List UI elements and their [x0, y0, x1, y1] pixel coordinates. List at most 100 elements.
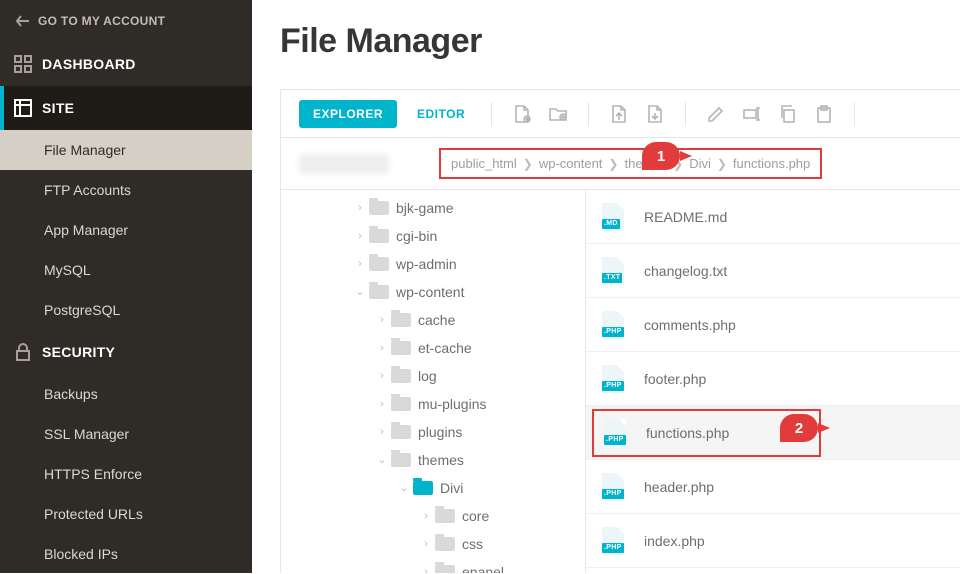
sidebar-item-protected-urls[interactable]: Protected URLs: [0, 494, 252, 534]
edit-button[interactable]: [698, 96, 734, 132]
folder-icon: [435, 509, 455, 523]
file-area: › bjk-game ›cgi-bin›wp-admin ⌄ wp-content › ca…: [281, 190, 960, 573]
chevron-down-icon[interactable]: ⌄: [355, 282, 365, 302]
tree-item[interactable]: › css: [281, 530, 585, 558]
tree-item-label: cache: [418, 310, 455, 330]
go-to-account-link[interactable]: GO TO MY ACCOUNT: [0, 0, 252, 42]
tree-item-label: mu-plugins: [418, 394, 486, 414]
sidebar-item-postgresql[interactable]: PostgreSQL: [0, 290, 252, 330]
sidebar-section-security[interactable]: SECURITY: [0, 330, 252, 374]
sidebar-item-ssl-manager[interactable]: SSL Manager: [0, 414, 252, 454]
folder-icon: [391, 313, 411, 327]
separator: [685, 102, 686, 126]
chevron-right-icon[interactable]: ›: [355, 254, 365, 274]
file-row[interactable]: .TXTchangelog.txt: [586, 244, 960, 298]
folder-icon: [391, 369, 411, 383]
file-list: .MD README.md .TXTchangelog.txt .PHP comment…: [586, 190, 960, 573]
sidebar-item-backups[interactable]: Backups: [0, 374, 252, 414]
tree-item[interactable]: ›plugins: [281, 418, 585, 446]
chevron-right-icon[interactable]: ›: [377, 422, 387, 442]
tree-item[interactable]: › epanel: [281, 558, 585, 573]
annotation-pin-2: 2: [780, 414, 818, 442]
chevron-right-icon[interactable]: ›: [421, 506, 431, 526]
file-row[interactable]: .PHPfooter.php: [586, 352, 960, 406]
sidebar-item-app-manager[interactable]: App Manager: [0, 210, 252, 250]
file-row[interactable]: .PHPindex.php: [586, 514, 960, 568]
new-file-button[interactable]: [504, 96, 540, 132]
file-row[interactable]: .PHPheader.php: [586, 460, 960, 514]
tree-item-label: log: [418, 366, 437, 386]
tree-item[interactable]: ⌄ wp-content: [281, 278, 585, 306]
crumb[interactable]: functions.php: [733, 156, 810, 171]
arrow-left-icon: [16, 15, 30, 27]
chevron-right-icon[interactable]: ›: [377, 366, 387, 386]
sidebar-section-site[interactable]: SITE: [0, 86, 252, 130]
chevron-right-icon[interactable]: ›: [421, 534, 431, 554]
tab-explorer[interactable]: EXPLORER: [299, 100, 397, 128]
chevron-down-icon[interactable]: ⌄: [399, 478, 409, 498]
breadcrumb-row: public_html❯ wp-content❯ themes❯ Divi❯ f…: [281, 138, 960, 190]
sidebar-item-ftp-accounts[interactable]: FTP Accounts: [0, 170, 252, 210]
file-icon: .PHP: [602, 311, 626, 339]
page-title: File Manager: [252, 0, 960, 89]
section-title: SECURITY: [42, 344, 115, 360]
grid-icon: [14, 55, 32, 73]
chevron-right-icon[interactable]: ›: [377, 310, 387, 330]
separator: [491, 102, 492, 126]
file-row[interactable]: .MD README.md: [586, 190, 960, 244]
tree-item[interactable]: › bjk-game: [281, 194, 585, 222]
file-name: README.md: [644, 209, 727, 225]
tree-item[interactable]: › cache: [281, 306, 585, 334]
paste-button[interactable]: [806, 96, 842, 132]
sidebar-section-dashboard[interactable]: DASHBOARD: [0, 42, 252, 86]
tree-item[interactable]: ›core: [281, 502, 585, 530]
file-name: comments.php: [644, 317, 736, 333]
tree-item[interactable]: ›cgi-bin: [281, 222, 585, 250]
crumb[interactable]: public_html: [451, 156, 517, 171]
folder-icon: [435, 565, 455, 573]
tree-item-label: et-cache: [418, 338, 472, 358]
file-row[interactable]: .PHP comments.php: [586, 298, 960, 352]
tree-item[interactable]: ⌄Divi: [281, 474, 585, 502]
tree-item[interactable]: ›wp-admin: [281, 250, 585, 278]
tree-item[interactable]: › et-cache: [281, 334, 585, 362]
copy-button[interactable]: [770, 96, 806, 132]
sidebar-item-file-manager[interactable]: File Manager: [0, 130, 252, 170]
tree-item-label: wp-content: [396, 282, 464, 302]
section-title: SITE: [42, 100, 74, 116]
lock-icon: [14, 343, 32, 361]
rename-button[interactable]: [734, 96, 770, 132]
crumb[interactable]: Divi: [689, 156, 711, 171]
sidebar-item-blocked-ips[interactable]: Blocked IPs: [0, 534, 252, 574]
upload-button[interactable]: [601, 96, 637, 132]
download-button[interactable]: [637, 96, 673, 132]
tab-editor[interactable]: EDITOR: [403, 100, 479, 128]
sidebar-item-https-enforce[interactable]: HTTPS Enforce: [0, 454, 252, 494]
tree-item[interactable]: › mu-plugins: [281, 390, 585, 418]
chevron-down-icon[interactable]: ⌄: [377, 450, 387, 470]
chevron-right-icon[interactable]: ›: [421, 562, 431, 573]
file-name: header.php: [644, 479, 714, 495]
tree-item-label: bjk-game: [396, 198, 454, 218]
tree-item[interactable]: ⌄themes: [281, 446, 585, 474]
file-icon: .MD: [602, 203, 626, 231]
file-icon: .TXT: [602, 257, 626, 285]
chevron-right-icon[interactable]: ›: [355, 226, 365, 246]
file-name: footer.php: [644, 371, 706, 387]
folder-tree: › bjk-game ›cgi-bin›wp-admin ⌄ wp-content › ca…: [281, 190, 586, 573]
file-row[interactable]: .PHPfunctions.php: [586, 406, 960, 460]
chevron-right-icon[interactable]: ›: [377, 338, 387, 358]
tree-item[interactable]: › log: [281, 362, 585, 390]
tree-item-label: css: [462, 534, 483, 554]
main-area: File Manager 1 2 EXPLORER EDITOR public_…: [252, 0, 960, 573]
tree-item-label: epanel: [462, 562, 504, 573]
sidebar-item-mysql[interactable]: MySQL: [0, 250, 252, 290]
chevron-right-icon[interactable]: ›: [355, 198, 365, 218]
folder-icon: [391, 425, 411, 439]
new-folder-button[interactable]: [540, 96, 576, 132]
chevron-right-icon: ❯: [717, 157, 727, 171]
folder-icon: [391, 341, 411, 355]
chevron-right-icon[interactable]: ›: [377, 394, 387, 414]
crumb[interactable]: wp-content: [539, 156, 603, 171]
chevron-right-icon: ❯: [608, 157, 618, 171]
